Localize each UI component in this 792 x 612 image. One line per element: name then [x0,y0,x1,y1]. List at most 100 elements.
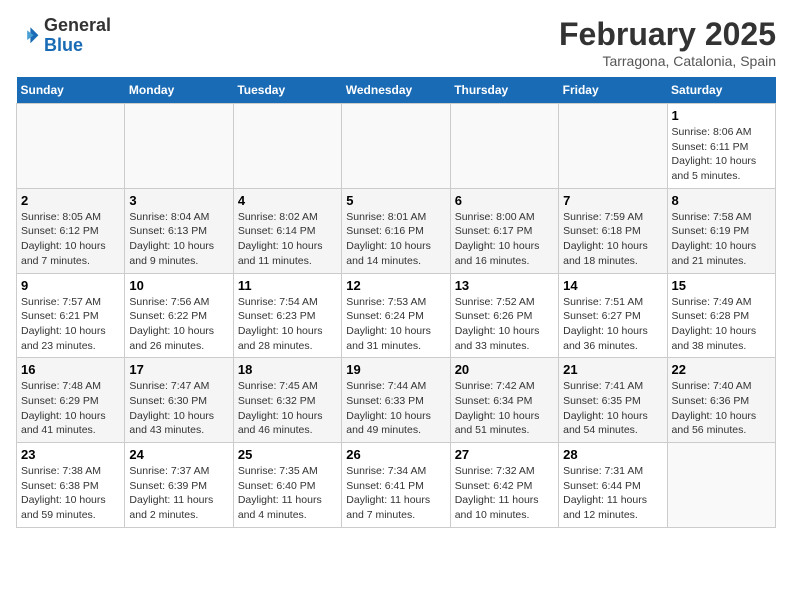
day-number: 12 [346,278,445,293]
calendar-table: SundayMondayTuesdayWednesdayThursdayFrid… [16,77,776,528]
cell-details: Sunrise: 8:01 AM Sunset: 6:16 PM Dayligh… [346,210,445,269]
calendar-cell: 11 Sunrise: 7:54 AM Sunset: 6:23 PM Dayli… [233,273,341,358]
calendar-header-row: SundayMondayTuesdayWednesdayThursdayFrid… [17,77,776,104]
day-number: 22 [672,362,771,377]
calendar-cell: 18Sunrise: 7:45 AM Sunset: 6:32 PM Dayli… [233,358,341,443]
day-number: 10 [129,278,228,293]
cell-details: Sunrise: 7:49 AM Sunset: 6:28 PM Dayligh… [672,295,771,354]
calendar-cell [342,104,450,189]
cell-details: Sunrise: 7:58 AM Sunset: 6:19 PM Dayligh… [672,210,771,269]
day-number: 7 [563,193,662,208]
day-number: 23 [21,447,120,462]
title-area: February 2025 Tarragona, Catalonia, Spai… [559,16,776,69]
cell-details: Sunrise: 7:35 AM Sunset: 6:40 PM Dayligh… [238,464,337,523]
cell-details: Sunrise: 7:48 AM Sunset: 6:29 PM Dayligh… [21,379,120,438]
calendar-week-2: 2Sunrise: 8:05 AM Sunset: 6:12 PM Daylig… [17,188,776,273]
day-number: 16 [21,362,120,377]
day-number: 17 [129,362,228,377]
calendar-cell: 7 Sunrise: 7:59 AM Sunset: 6:18 PM Daylig… [559,188,667,273]
month-title: February 2025 [559,16,776,53]
cell-details: Sunrise: 7:41 AM Sunset: 6:35 PM Dayligh… [563,379,662,438]
day-number: 13 [455,278,554,293]
calendar-week-1: 1Sunrise: 8:06 AM Sunset: 6:11 PM Daylig… [17,104,776,189]
calendar-cell: 19 Sunrise: 7:44 AM Sunset: 6:33 PM Dayli… [342,358,450,443]
cell-details: Sunrise: 7:54 AM Sunset: 6:23 PM Dayligh… [238,295,337,354]
calendar-cell: 8 Sunrise: 7:58 AM Sunset: 6:19 PM Daylig… [667,188,775,273]
day-number: 15 [672,278,771,293]
logo-icon [16,24,40,48]
calendar-cell: 28Sunrise: 7:31 AM Sunset: 6:44 PM Dayli… [559,443,667,528]
cell-details: Sunrise: 8:00 AM Sunset: 6:17 PM Dayligh… [455,210,554,269]
day-number: 8 [672,193,771,208]
logo: General Blue [16,16,111,56]
cell-details: Sunrise: 7:40 AM Sunset: 6:36 PM Dayligh… [672,379,771,438]
calendar-cell: 22 Sunrise: 7:40 AM Sunset: 6:36 PM Dayli… [667,358,775,443]
day-number: 24 [129,447,228,462]
weekday-header-tuesday: Tuesday [233,77,341,104]
day-number: 21 [563,362,662,377]
cell-details: Sunrise: 7:53 AM Sunset: 6:24 PM Dayligh… [346,295,445,354]
calendar-cell: 13 Sunrise: 7:52 AM Sunset: 6:26 PM Dayli… [450,273,558,358]
cell-details: Sunrise: 7:57 AM Sunset: 6:21 PM Dayligh… [21,295,120,354]
calendar-cell: 6 Sunrise: 8:00 AM Sunset: 6:17 PM Daylig… [450,188,558,273]
day-number: 2 [21,193,120,208]
calendar-week-4: 16 Sunrise: 7:48 AM Sunset: 6:29 PM Dayli… [17,358,776,443]
logo-text: General Blue [44,16,111,56]
page-header: General Blue February 2025 Tarragona, Ca… [16,16,776,69]
day-number: 5 [346,193,445,208]
calendar-cell: 12 Sunrise: 7:53 AM Sunset: 6:24 PM Dayli… [342,273,450,358]
cell-details: Sunrise: 7:51 AM Sunset: 6:27 PM Dayligh… [563,295,662,354]
cell-details: Sunrise: 7:32 AM Sunset: 6:42 PM Dayligh… [455,464,554,523]
day-number: 26 [346,447,445,462]
calendar-cell: 5 Sunrise: 8:01 AM Sunset: 6:16 PM Daylig… [342,188,450,273]
calendar-week-3: 9Sunrise: 7:57 AM Sunset: 6:21 PM Daylig… [17,273,776,358]
calendar-cell [125,104,233,189]
cell-details: Sunrise: 7:59 AM Sunset: 6:18 PM Dayligh… [563,210,662,269]
day-number: 4 [238,193,337,208]
day-number: 11 [238,278,337,293]
cell-details: Sunrise: 7:37 AM Sunset: 6:39 PM Dayligh… [129,464,228,523]
calendar-cell: 23 Sunrise: 7:38 AM Sunset: 6:38 PM Dayli… [17,443,125,528]
cell-details: Sunrise: 7:56 AM Sunset: 6:22 PM Dayligh… [129,295,228,354]
calendar-week-5: 23 Sunrise: 7:38 AM Sunset: 6:38 PM Dayli… [17,443,776,528]
day-number: 3 [129,193,228,208]
cell-details: Sunrise: 8:04 AM Sunset: 6:13 PM Dayligh… [129,210,228,269]
calendar-cell: 9Sunrise: 7:57 AM Sunset: 6:21 PM Daylig… [17,273,125,358]
calendar-cell: 27 Sunrise: 7:32 AM Sunset: 6:42 PM Dayli… [450,443,558,528]
day-number: 6 [455,193,554,208]
calendar-cell: 25 Sunrise: 7:35 AM Sunset: 6:40 PM Dayli… [233,443,341,528]
calendar-cell: 2Sunrise: 8:05 AM Sunset: 6:12 PM Daylig… [17,188,125,273]
calendar-cell: 14 Sunrise: 7:51 AM Sunset: 6:27 PM Dayli… [559,273,667,358]
calendar-cell: 15 Sunrise: 7:49 AM Sunset: 6:28 PM Dayli… [667,273,775,358]
calendar-cell [559,104,667,189]
cell-details: Sunrise: 7:42 AM Sunset: 6:34 PM Dayligh… [455,379,554,438]
calendar-cell [450,104,558,189]
weekday-header-wednesday: Wednesday [342,77,450,104]
calendar-body: 1Sunrise: 8:06 AM Sunset: 6:11 PM Daylig… [17,104,776,528]
calendar-cell: 24 Sunrise: 7:37 AM Sunset: 6:39 PM Dayli… [125,443,233,528]
weekday-header-friday: Friday [559,77,667,104]
calendar-cell: 1Sunrise: 8:06 AM Sunset: 6:11 PM Daylig… [667,104,775,189]
calendar-cell: 17 Sunrise: 7:47 AM Sunset: 6:30 PM Dayli… [125,358,233,443]
calendar-cell: 21 Sunrise: 7:41 AM Sunset: 6:35 PM Dayli… [559,358,667,443]
cell-details: Sunrise: 8:02 AM Sunset: 6:14 PM Dayligh… [238,210,337,269]
calendar-cell: 10 Sunrise: 7:56 AM Sunset: 6:22 PM Dayli… [125,273,233,358]
cell-details: Sunrise: 7:34 AM Sunset: 6:41 PM Dayligh… [346,464,445,523]
calendar-cell: 26 Sunrise: 7:34 AM Sunset: 6:41 PM Dayli… [342,443,450,528]
cell-details: Sunrise: 7:38 AM Sunset: 6:38 PM Dayligh… [21,464,120,523]
day-number: 27 [455,447,554,462]
calendar-cell: 4 Sunrise: 8:02 AM Sunset: 6:14 PM Daylig… [233,188,341,273]
cell-details: Sunrise: 7:45 AM Sunset: 6:32 PM Dayligh… [238,379,337,438]
weekday-header-monday: Monday [125,77,233,104]
day-number: 25 [238,447,337,462]
day-number: 19 [346,362,445,377]
cell-details: Sunrise: 8:06 AM Sunset: 6:11 PM Dayligh… [672,125,771,184]
cell-details: Sunrise: 7:52 AM Sunset: 6:26 PM Dayligh… [455,295,554,354]
cell-details: Sunrise: 7:31 AM Sunset: 6:44 PM Dayligh… [563,464,662,523]
calendar-cell [667,443,775,528]
cell-details: Sunrise: 7:47 AM Sunset: 6:30 PM Dayligh… [129,379,228,438]
calendar-cell: 16 Sunrise: 7:48 AM Sunset: 6:29 PM Dayli… [17,358,125,443]
day-number: 20 [455,362,554,377]
day-number: 14 [563,278,662,293]
cell-details: Sunrise: 7:44 AM Sunset: 6:33 PM Dayligh… [346,379,445,438]
